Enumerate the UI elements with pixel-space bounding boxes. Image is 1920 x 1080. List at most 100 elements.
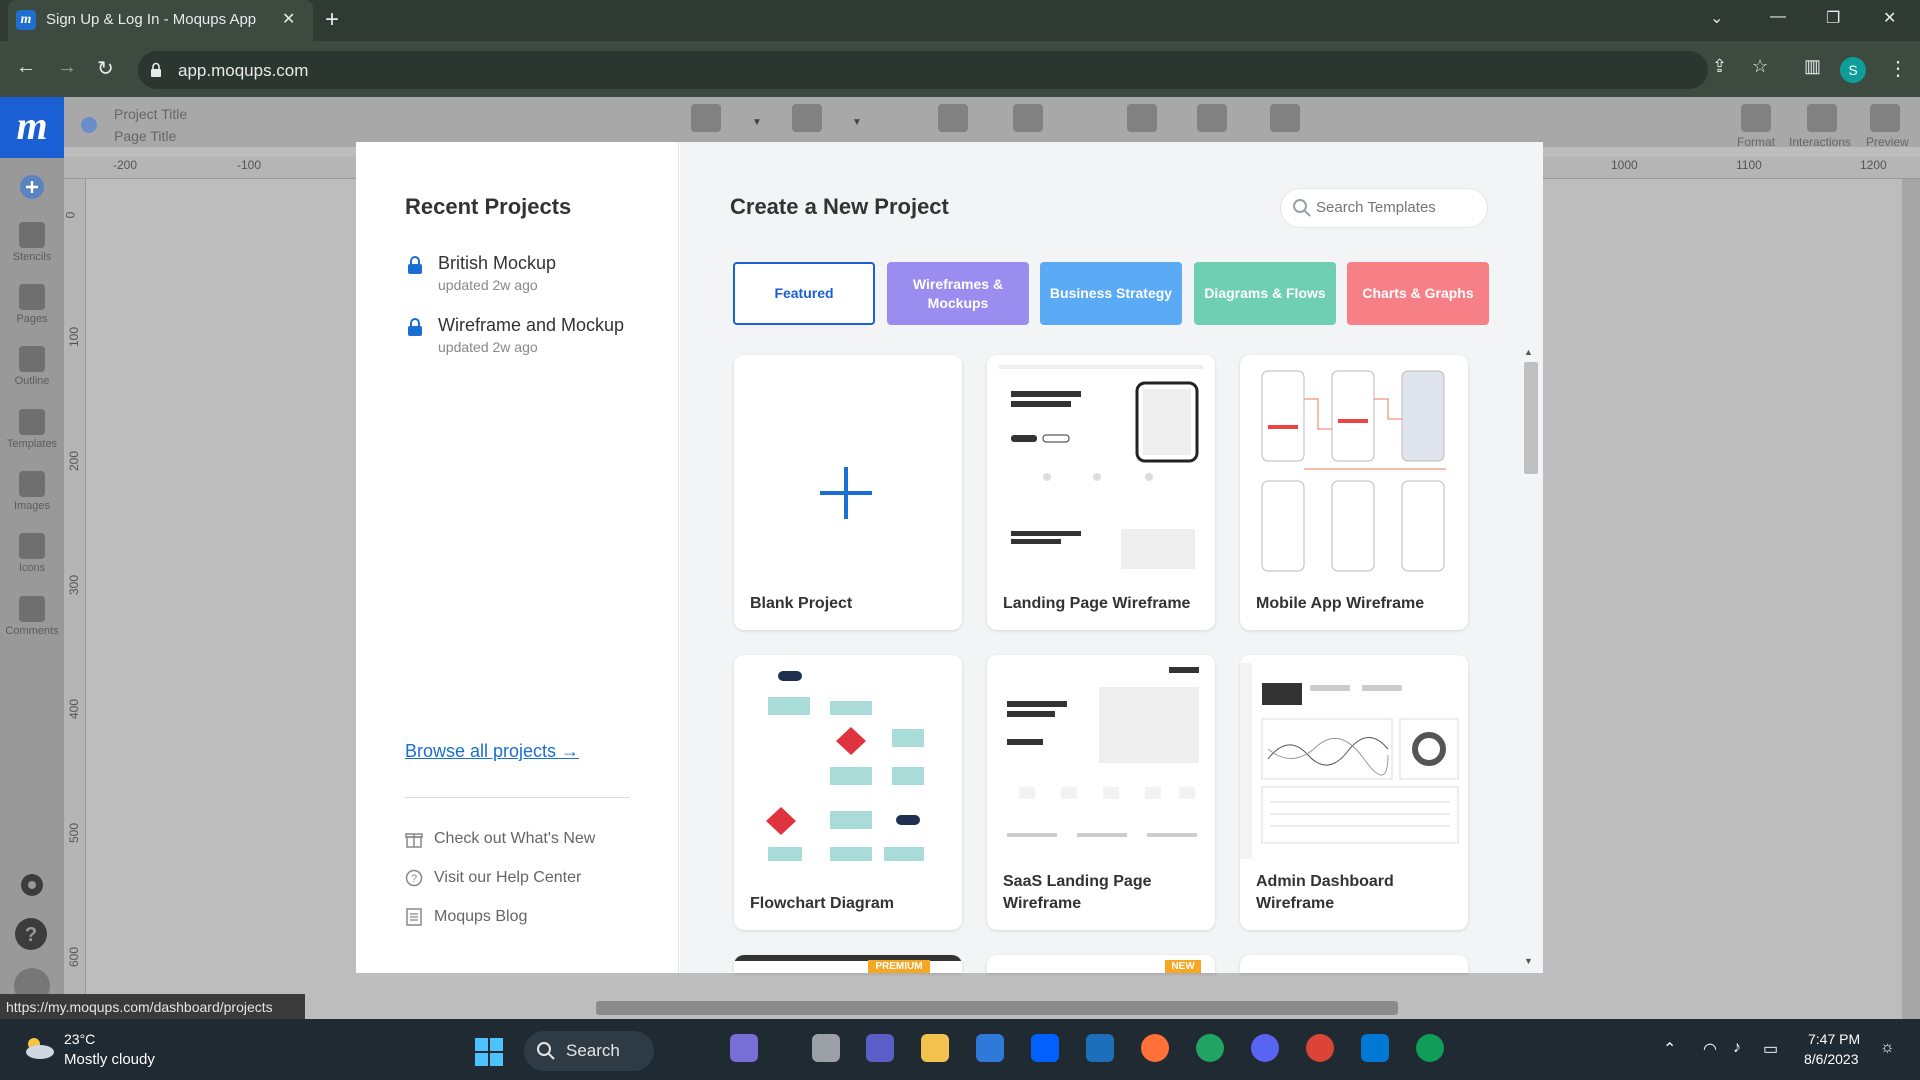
blog-icon xyxy=(406,908,422,926)
landing-page-preview xyxy=(999,361,1203,569)
handoff-tool-icon[interactable] xyxy=(1127,104,1157,132)
page-title[interactable]: Page Title xyxy=(114,128,176,144)
template-card-flowchart[interactable]: Flowchart Diagram xyxy=(734,655,962,930)
format-label: Format xyxy=(1737,135,1776,149)
side-panel-icon[interactable]: ▥ xyxy=(1804,56,1821,77)
category-business[interactable]: Business Strategy xyxy=(1040,262,1182,325)
add-icon[interactable] xyxy=(19,174,45,200)
template-card-mobile[interactable]: Mobile App Wireframe xyxy=(1240,355,1468,630)
browse-all-projects-link[interactable]: Browse all projects → xyxy=(405,741,579,762)
canvas-vertical-scrollbar[interactable] xyxy=(1902,179,1920,1019)
window-close-icon[interactable]: ✕ xyxy=(1883,8,1896,28)
clock-date[interactable]: 8/6/2023 xyxy=(1804,1051,1859,1067)
task-view-icon[interactable] xyxy=(812,1034,840,1062)
browser-menu-icon[interactable]: ⋮ xyxy=(1888,56,1908,81)
share-icon[interactable]: ⇪ xyxy=(1712,56,1727,77)
components-tool-icon[interactable] xyxy=(938,104,968,132)
discord-icon[interactable] xyxy=(1251,1034,1279,1062)
teams-chat-icon[interactable] xyxy=(866,1034,894,1062)
moqups-logo[interactable]: m xyxy=(0,97,64,158)
template-card-landing[interactable]: Landing Page Wireframe xyxy=(987,355,1215,630)
chrome-profile-icon[interactable] xyxy=(1416,1034,1444,1062)
battery-icon[interactable]: ▭ xyxy=(1763,1039,1778,1059)
template-card-partial[interactable]: NEW xyxy=(987,955,1215,973)
forward-icon[interactable]: → xyxy=(57,56,77,79)
help-center-link[interactable]: Visit our Help Center xyxy=(434,869,581,887)
search-templates-input[interactable] xyxy=(1316,199,1476,216)
reload-icon[interactable]: ↻ xyxy=(97,56,114,81)
create-project-heading: Create a New Project xyxy=(730,194,949,219)
microsoft-store-icon[interactable] xyxy=(976,1034,1004,1062)
note-dropdown-icon[interactable]: ▼ xyxy=(852,117,862,128)
tab-search-chevron-icon[interactable]: ⌄ xyxy=(1710,8,1723,28)
user-avatar-icon[interactable] xyxy=(12,966,52,994)
comments-icon xyxy=(19,596,45,622)
template-card-partial[interactable] xyxy=(1240,955,1468,973)
link-status-url: https://my.moqups.com/dashboard/projects xyxy=(0,994,305,1019)
sidebar-item-images[interactable]: Images xyxy=(0,471,64,512)
sidebar-item-stencils[interactable]: Stencils xyxy=(0,222,64,263)
firefox-icon[interactable] xyxy=(1141,1034,1169,1062)
dropbox-icon[interactable] xyxy=(1031,1034,1059,1062)
notification-icon[interactable]: ☼ xyxy=(1880,1039,1895,1057)
file-explorer-icon[interactable] xyxy=(921,1034,949,1062)
diagram-dropdown-icon[interactable]: ▼ xyxy=(752,117,762,128)
category-diagrams[interactable]: Diagrams & Flows xyxy=(1194,262,1336,325)
sidebar-item-templates[interactable]: Templates xyxy=(0,409,64,450)
preview-tool-icon[interactable] xyxy=(1870,104,1900,132)
windows-start-icon[interactable] xyxy=(475,1038,503,1066)
scroll-up-icon[interactable]: ▲ xyxy=(1524,347,1533,357)
category-featured[interactable]: Featured xyxy=(733,262,875,325)
app-icon[interactable] xyxy=(1086,1034,1114,1062)
scroll-down-icon[interactable]: ▼ xyxy=(1524,956,1533,966)
canvas-horizontal-scrollbar[interactable] xyxy=(596,1001,1398,1015)
sidebar-item-comments[interactable]: Comments xyxy=(0,596,64,637)
chrome-icon[interactable] xyxy=(1306,1034,1334,1062)
search-icon xyxy=(537,1042,555,1060)
note-tool-icon[interactable] xyxy=(792,104,822,132)
ruler-label: 100 xyxy=(67,326,82,348)
arrange-tool-icon[interactable] xyxy=(1013,104,1043,132)
template-card-admin[interactable]: Admin Dashboard Wireframe xyxy=(1240,655,1468,930)
mobile-app-preview xyxy=(1256,369,1452,575)
widgets-app-icon[interactable] xyxy=(730,1034,758,1062)
edge-icon[interactable] xyxy=(1196,1034,1224,1062)
category-charts[interactable]: Charts & Graphs xyxy=(1347,262,1489,325)
vscode-icon[interactable] xyxy=(1361,1034,1389,1062)
new-tab-button[interactable]: + xyxy=(325,6,339,34)
cloud-weather-icon[interactable] xyxy=(22,1036,56,1060)
help-question-icon[interactable]: ? xyxy=(14,917,48,951)
template-card-saas[interactable]: SaaS Landing Page Wireframe xyxy=(987,655,1215,930)
restore-icon[interactable]: ❐ xyxy=(1826,8,1840,28)
bookmark-star-icon[interactable]: ☆ xyxy=(1752,56,1768,77)
sidebar-item-pages[interactable]: Pages xyxy=(0,284,64,325)
format-tool-icon[interactable] xyxy=(1741,104,1771,132)
back-icon[interactable]: ← xyxy=(16,56,36,79)
minimize-icon[interactable]: — xyxy=(1770,8,1786,26)
address-bar[interactable] xyxy=(138,51,1708,89)
interactions-tool-icon[interactable] xyxy=(1807,104,1837,132)
clock-time[interactable]: 7:47 PM xyxy=(1808,1031,1860,1047)
moqups-blog-link[interactable]: Moqups Blog xyxy=(434,908,527,926)
template-card-partial[interactable]: PREMIUM xyxy=(734,955,962,973)
template-card-blank[interactable]: Blank Project xyxy=(734,355,962,630)
sharing-tool-icon[interactable] xyxy=(1270,104,1300,132)
category-wireframes[interactable]: Wireframes & Mockups xyxy=(887,262,1029,325)
profile-avatar[interactable]: S xyxy=(1840,57,1866,83)
sidebar-item-outline[interactable]: Outline xyxy=(0,346,64,387)
wifi-icon[interactable]: ◠ xyxy=(1703,1039,1717,1059)
volume-icon[interactable]: ♪ xyxy=(1733,1039,1741,1057)
sidebar-item-icons[interactable]: Icons xyxy=(0,533,64,574)
ruler-label: 400 xyxy=(67,698,82,720)
recent-project-link[interactable]: British Mockup xyxy=(438,253,556,274)
project-title[interactable]: Project Title xyxy=(114,106,187,122)
diagram-tool-icon[interactable] xyxy=(691,104,721,132)
templates-icon xyxy=(19,409,45,435)
settings-gear-icon[interactable] xyxy=(18,871,46,899)
templates-scrollbar-thumb[interactable] xyxy=(1524,362,1538,474)
whats-new-link[interactable]: Check out What's New xyxy=(434,830,595,848)
recent-project-link[interactable]: Wireframe and Mockup xyxy=(438,315,624,336)
export-tool-icon[interactable] xyxy=(1197,104,1227,132)
tray-overflow-icon[interactable]: ⌃ xyxy=(1663,1039,1676,1059)
tab-close-icon[interactable]: ✕ xyxy=(282,9,295,29)
